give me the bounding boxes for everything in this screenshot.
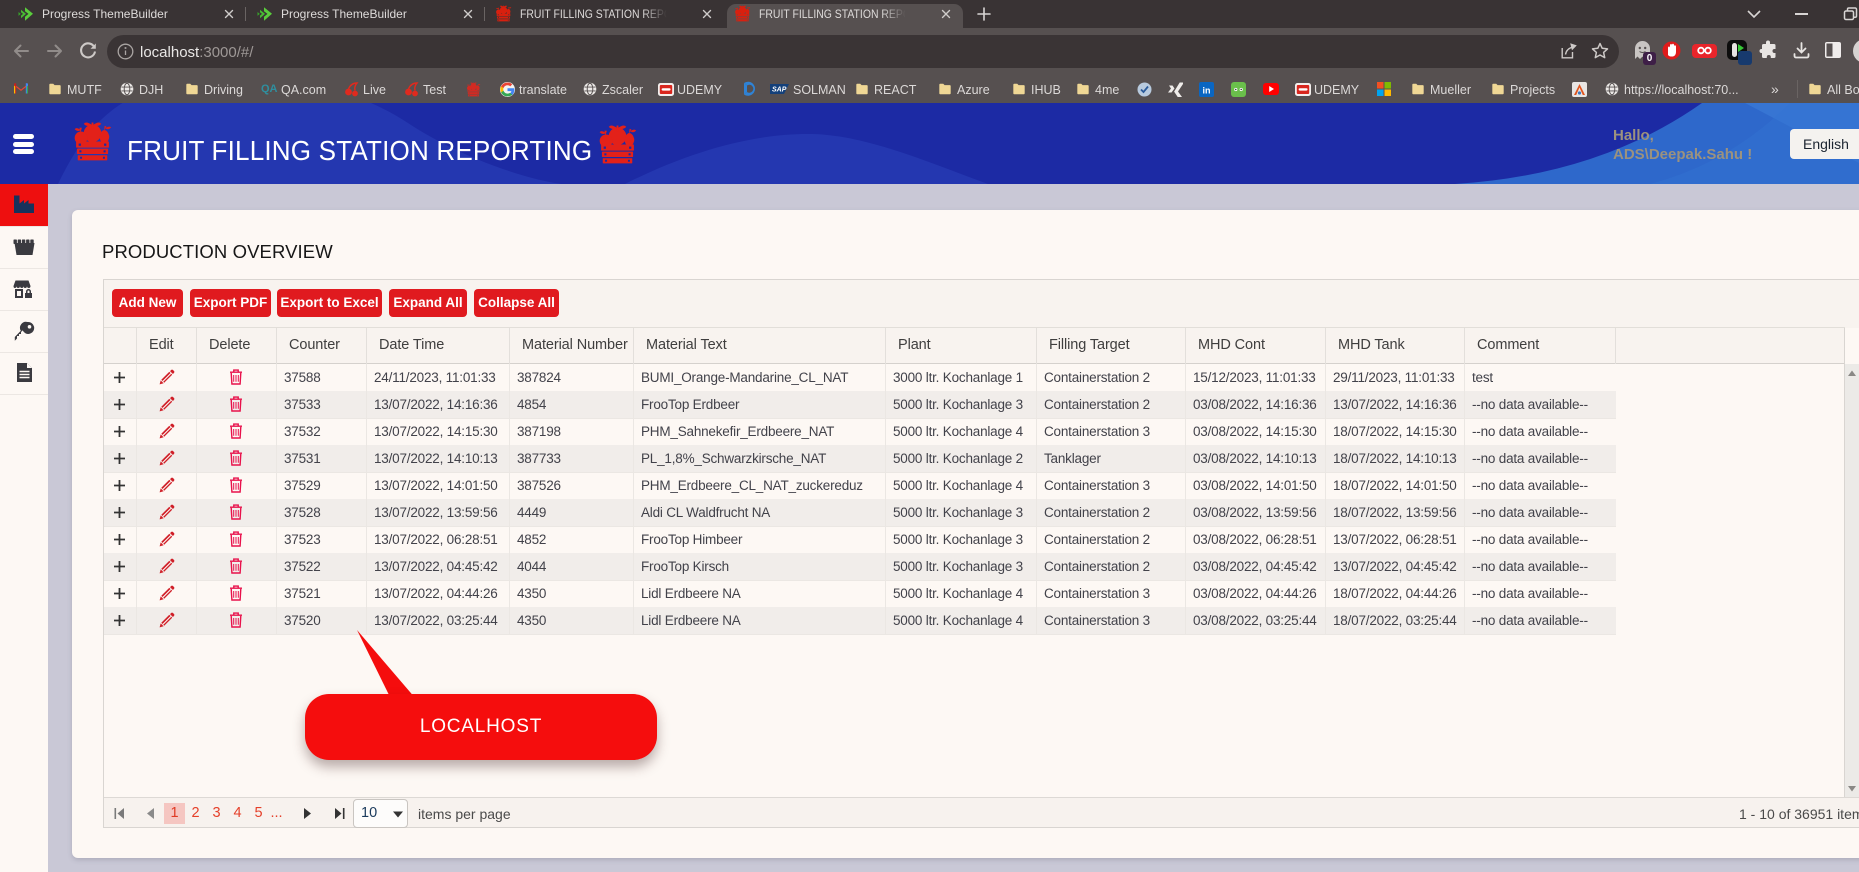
- svg-text:in: in: [1203, 86, 1211, 96]
- svg-text:SAP: SAP: [772, 87, 787, 94]
